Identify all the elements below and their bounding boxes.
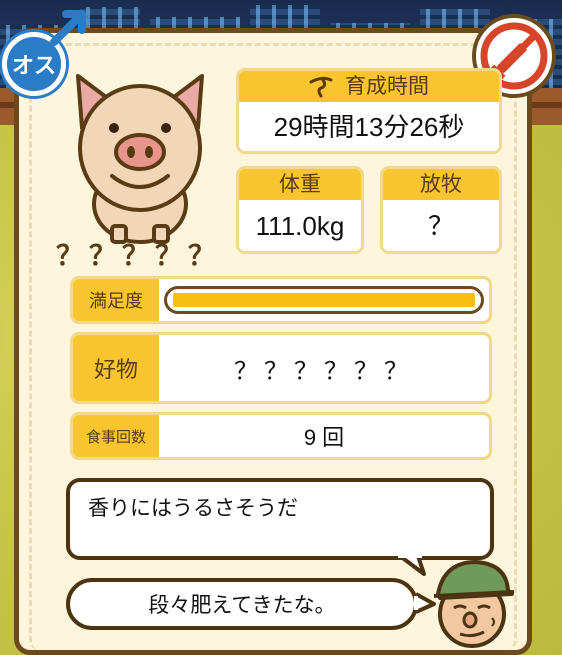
satisfaction-meter xyxy=(164,286,484,314)
satisfaction-row: 満足度 xyxy=(70,276,492,324)
grazing-value: ？ xyxy=(427,211,454,241)
favorite-food-row: 好物 ？？？？？？ xyxy=(70,332,492,404)
farmer-avatar xyxy=(433,560,514,648)
male-symbol-icon xyxy=(50,10,86,46)
satisfaction-label: 満足度 xyxy=(73,279,159,321)
favorite-food-label: 好物 xyxy=(73,335,159,401)
pig-thought-bubble: 香りにはうるさそうだ xyxy=(66,478,494,560)
grazing-box: 放牧 ？ xyxy=(380,166,502,254)
farmer-speech-bubble: 段々肥えてきたな。 xyxy=(66,578,418,630)
pig-tail-icon xyxy=(309,76,333,97)
weight-value: 111.0kg xyxy=(255,211,345,241)
raise-time-box: 育成時間 29時間13分26秒 xyxy=(236,68,502,154)
raise-time-value: 29時間13分26秒 xyxy=(273,112,465,142)
favorite-food-value: ？？？？？？ xyxy=(234,357,414,385)
meal-count-value: 9 回 xyxy=(303,425,345,450)
thought-bubble-tail xyxy=(398,554,426,576)
farmer-comment-text: 段々肥えてきたな。 xyxy=(148,593,336,617)
pig-thought-text: 香りにはうるさそうだ xyxy=(88,496,298,520)
pig-name: ？？？？？ xyxy=(56,241,221,272)
raise-time-label: 育成時間 xyxy=(345,74,429,98)
meal-count-label: 食事回数 xyxy=(73,415,159,457)
pig-portrait xyxy=(76,74,204,244)
grazing-label: 放牧 xyxy=(383,169,499,200)
meal-count-row: 食事回数 9 回 xyxy=(70,412,492,460)
weight-label: 体重 xyxy=(239,169,361,200)
satisfaction-meter-fill xyxy=(173,293,475,307)
weight-box: 体重 111.0kg xyxy=(236,166,364,254)
